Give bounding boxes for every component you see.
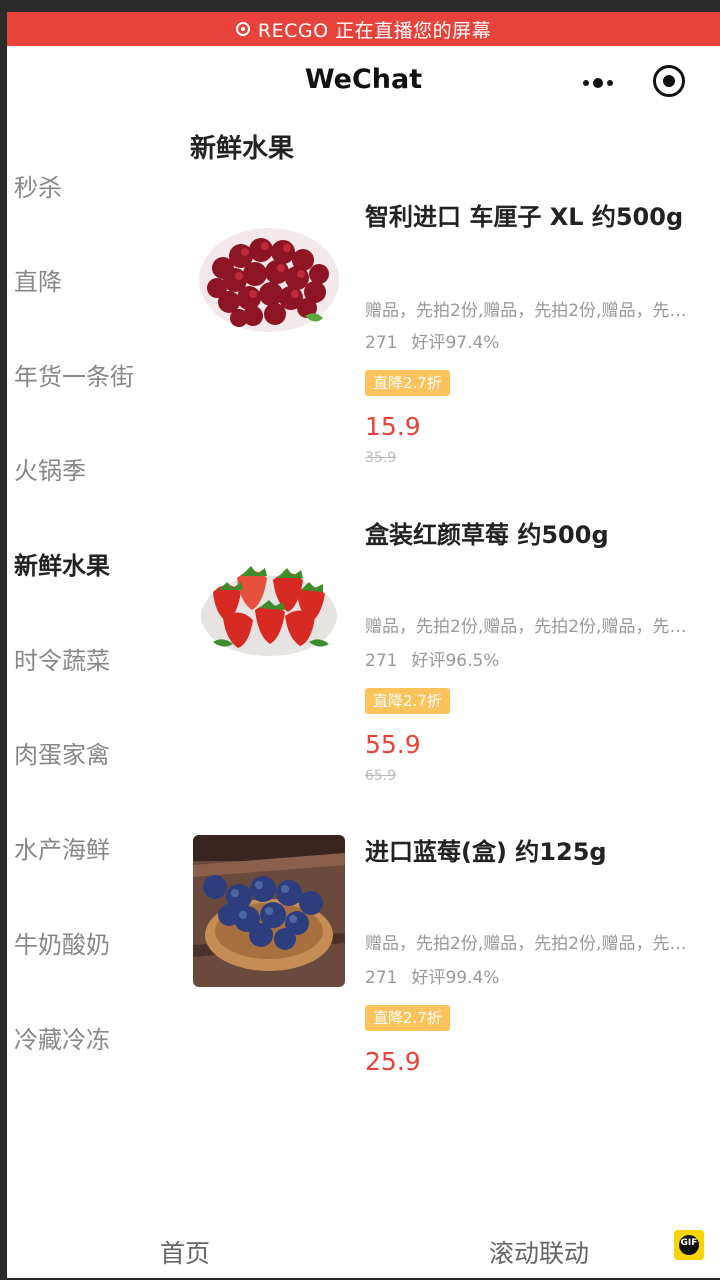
rating-text: 好评99.4%	[411, 968, 500, 988]
sales-count: 271	[365, 968, 398, 988]
sales-count: 271	[365, 333, 398, 353]
product-review: 271 好评99.4%	[365, 963, 499, 988]
product-name[interactable]: 盒装红颜草莓 约500g	[365, 518, 695, 552]
product-card[interactable]: 智利进口 车厘子 XL 约500g 赠品，先拍2份,赠品，先拍2份,赠品，先拍2…	[190, 200, 710, 500]
screen-recording-banner[interactable]: RECGO 正在直播您的屏幕	[7, 12, 720, 46]
sidebar-item-nianhuo[interactable]: 年货一条街	[14, 357, 134, 392]
product-desc: 赠品，先拍2份,赠品，先拍2份,赠品，先拍2份	[365, 301, 695, 321]
discount-tag: 直降2.7折	[365, 1005, 450, 1031]
sales-count: 271	[365, 651, 398, 671]
tab-home[interactable]: 首页	[160, 1234, 210, 1270]
sidebar-item-frozen[interactable]: 冷藏冷冻	[14, 1020, 110, 1055]
product-price: 55.9	[365, 730, 421, 759]
sidebar-item-miaosha[interactable]: 秒杀	[14, 168, 62, 203]
blueberries-image[interactable]	[193, 835, 345, 987]
more-dots-icon[interactable]	[580, 72, 616, 94]
recording-text: RECGO 正在直播您的屏幕	[257, 19, 492, 42]
original-price: 65.9	[365, 768, 397, 784]
discount-tag: 直降2.7折	[365, 688, 450, 714]
product-card[interactable]: 进口蓝莓(盒) 约125g 赠品，先拍2份,赠品，先拍2份,赠品，先拍2份 27…	[190, 835, 710, 1135]
record-icon	[235, 22, 250, 36]
gif-badge-icon: GIF	[674, 1230, 704, 1260]
product-price: 15.9	[365, 412, 421, 441]
navigation-bar: WeChat	[7, 46, 720, 116]
sidebar-item-meat-eggs[interactable]: 肉蛋家禽	[14, 735, 110, 770]
phone-screen: RECGO 正在直播您的屏幕 WeChat 秒杀 直降 年货一条街 火锅季 新鲜…	[7, 12, 720, 1278]
strawberries-image[interactable]	[193, 532, 345, 684]
original-price: 35.9	[365, 450, 397, 466]
product-name[interactable]: 进口蓝莓(盒) 约125g	[365, 835, 695, 869]
sidebar-item-seafood[interactable]: 水产海鲜	[14, 830, 110, 865]
sidebar-item-vegetables[interactable]: 时令蔬菜	[14, 641, 110, 676]
cherries-image[interactable]	[193, 208, 345, 360]
tab-scroll-linkage[interactable]: 滚动联动	[489, 1234, 589, 1270]
bottom-tab-bar: 首页 滚动联动	[7, 1200, 720, 1278]
rating-text: 好评97.4%	[411, 333, 500, 353]
rating-text: 好评96.5%	[411, 651, 500, 671]
product-desc: 赠品，先拍2份,赠品，先拍2份,赠品，先拍2份	[365, 934, 695, 954]
product-desc: 赠品，先拍2份,赠品，先拍2份,赠品，先拍2份	[365, 617, 695, 637]
sidebar-item-zhijiang[interactable]: 直降	[14, 262, 62, 297]
product-price: 25.9	[365, 1047, 421, 1076]
sidebar-item-fruit[interactable]: 新鲜水果	[14, 546, 110, 581]
sidebar-item-dairy[interactable]: 牛奶酸奶	[14, 925, 110, 960]
product-review: 271 好评97.4%	[365, 328, 499, 353]
product-name[interactable]: 智利进口 车厘子 XL 约500g	[365, 200, 695, 234]
product-review: 271 好评96.5%	[365, 646, 499, 671]
section-title: 新鲜水果	[190, 134, 295, 164]
product-card[interactable]: 盒装红颜草莓 约500g 赠品，先拍2份,赠品，先拍2份,赠品，先拍2份 271…	[190, 518, 710, 818]
sidebar-item-huoguo[interactable]: 火锅季	[14, 451, 86, 486]
discount-tag: 直降2.7折	[365, 370, 450, 396]
close-circle-icon[interactable]	[653, 65, 685, 97]
